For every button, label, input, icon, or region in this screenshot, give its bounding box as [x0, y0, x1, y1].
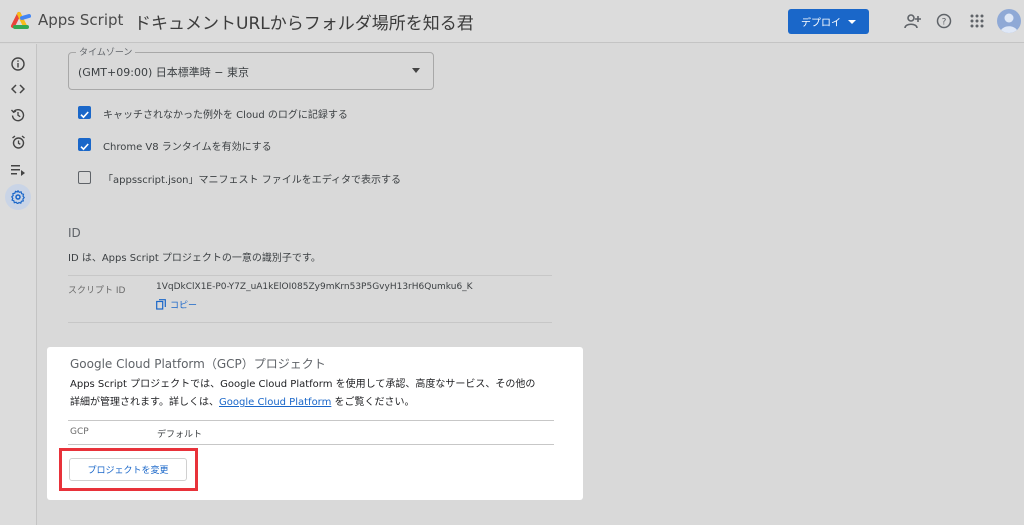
- divider: [68, 322, 552, 323]
- script-id-value[interactable]: 1VqDkClX1E-P0-Y7Z_uA1kElOI085Zy9mKrn53P5…: [156, 282, 473, 292]
- log-exceptions-label: キャッチされなかった例外を Cloud のログに記録する: [103, 110, 348, 121]
- timezone-value[interactable]: (GMT+09:00) 日本標準時 − 東京: [78, 64, 249, 80]
- gcp-learn-more-link[interactable]: Google Cloud Platform: [219, 397, 331, 408]
- v8-runtime-label: Chrome V8 ランタイムを有効にする: [103, 142, 272, 153]
- dropdown-caret-icon[interactable]: [412, 68, 420, 73]
- help-icon[interactable]: ?: [934, 11, 954, 31]
- apps-script-logo: [11, 12, 31, 29]
- app-name[interactable]: Apps Script: [38, 11, 123, 29]
- gcp-description-line-1: Apps Script プロジェクトでは、Google Cloud Platfo…: [70, 379, 536, 390]
- svg-text:?: ?: [942, 18, 947, 28]
- add-person-icon[interactable]: [903, 11, 923, 31]
- copy-icon: [156, 299, 166, 310]
- copy-button[interactable]: コピー: [156, 298, 197, 311]
- id-section-heading: ID: [68, 226, 81, 240]
- executions-icon[interactable]: [6, 159, 30, 181]
- gcp-project-value: デフォルト: [157, 430, 203, 440]
- left-nav-rail: [0, 44, 37, 525]
- deploy-button-label: デプロイ: [801, 18, 841, 29]
- chevron-down-icon: [848, 19, 856, 24]
- avatar[interactable]: [997, 9, 1021, 33]
- script-id-label: スクリプト ID: [68, 286, 126, 296]
- project-title[interactable]: ドキュメントURLからフォルダ場所を知る君: [134, 9, 474, 34]
- alarm-icon[interactable]: [6, 131, 30, 153]
- gcp-label: GCP: [70, 427, 89, 437]
- v8-runtime-checkbox[interactable]: [78, 138, 91, 151]
- id-section-description: ID は、Apps Script プロジェクトの一意の識別子です。: [68, 253, 321, 264]
- top-app-bar: Apps Script ドキュメントURLからフォルダ場所を知る君 デプロイ ?: [0, 0, 1024, 43]
- gcp-description: Apps Script プロジェクトでは、Google Cloud Platfo…: [70, 376, 535, 412]
- log-exceptions-checkbox[interactable]: [78, 106, 91, 119]
- show-manifest-checkbox[interactable]: [78, 171, 91, 184]
- deploy-button[interactable]: デプロイ: [788, 9, 869, 34]
- gcp-description-line-2: 詳細が管理されます。詳しくは、Google Cloud Platform をご覧…: [70, 394, 535, 412]
- show-manifest-label: 「appsscript.json」マニフェスト ファイルをエディタで表示する: [103, 175, 402, 186]
- gcp-section-heading: Google Cloud Platform（GCP）プロジェクト: [70, 357, 326, 371]
- history-icon[interactable]: [6, 104, 30, 126]
- gcp-description-suffix: をご覧ください。: [331, 397, 415, 408]
- copy-label: コピー: [170, 301, 198, 311]
- gcp-description-prefix: 詳細が管理されます。詳しくは、: [70, 397, 219, 408]
- apps-grid-icon[interactable]: [967, 11, 987, 31]
- annotation-highlight-box: [59, 448, 198, 491]
- code-icon[interactable]: [6, 78, 30, 100]
- timezone-label: タイムゾーン: [76, 45, 136, 58]
- divider: [68, 275, 552, 276]
- settings-icon[interactable]: [5, 184, 31, 210]
- divider: [68, 420, 554, 421]
- divider: [68, 444, 554, 445]
- info-icon[interactable]: [6, 53, 30, 75]
